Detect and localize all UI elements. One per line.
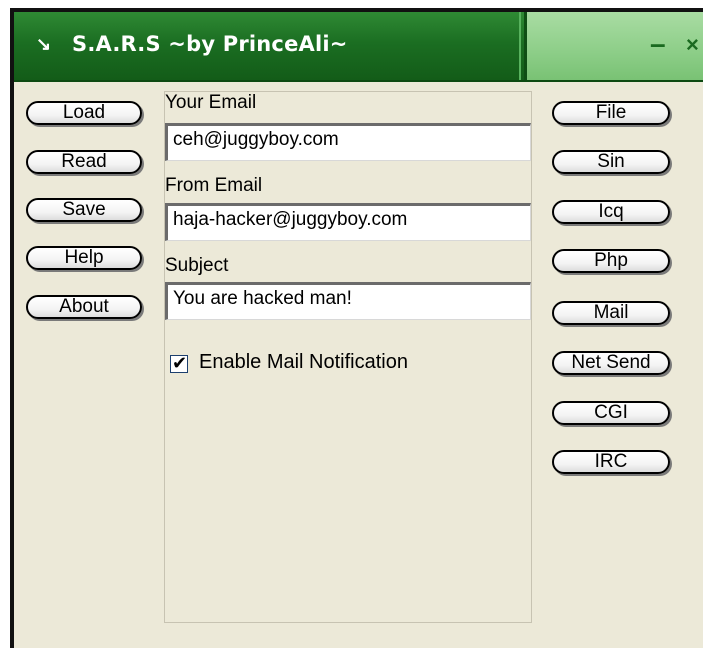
close-button[interactable]: ×	[686, 32, 699, 58]
your-email-label: Your Email	[165, 92, 257, 113]
window-title: S.A.R.S ~by PrinceAli~	[72, 32, 348, 56]
app-arrow-icon: ↘	[36, 34, 52, 54]
title-bar[interactable]: ↘ S.A.R.S ~by PrinceAli~ – ×	[14, 12, 703, 82]
cgi-button[interactable]: CGI	[552, 401, 670, 425]
help-button[interactable]: Help	[26, 246, 142, 270]
app-window: ↘ S.A.R.S ~by PrinceAli~ – × Load Read S…	[10, 8, 703, 648]
check-mark-icon: ✔	[172, 353, 188, 373]
subject-label: Subject	[165, 255, 229, 276]
title-bar-divider-shadow	[524, 12, 527, 80]
save-button[interactable]: Save	[26, 198, 142, 222]
sin-button[interactable]: Sin	[552, 150, 670, 174]
from-email-label: From Email	[165, 175, 263, 196]
php-button[interactable]: Php	[552, 249, 670, 273]
net-send-button[interactable]: Net Send	[552, 351, 670, 375]
title-bar-right-pane	[527, 12, 703, 80]
read-button[interactable]: Read	[26, 150, 142, 174]
title-bar-divider	[519, 12, 521, 80]
mail-notification-label[interactable]: Enable Mail Notification	[199, 351, 408, 374]
irc-button[interactable]: IRC	[552, 450, 670, 474]
mail-button[interactable]: Mail	[552, 301, 670, 325]
icq-button[interactable]: Icq	[552, 200, 670, 224]
subject-field[interactable]: You are hacked man!	[165, 282, 531, 320]
your-email-field[interactable]: ceh@juggyboy.com	[165, 123, 531, 161]
about-button[interactable]: About	[26, 295, 142, 319]
load-button[interactable]: Load	[26, 101, 142, 125]
minimize-button[interactable]: –	[650, 28, 666, 60]
from-email-field[interactable]: haja-hacker@juggyboy.com	[165, 203, 531, 241]
mail-notification-checkbox[interactable]: ✔	[170, 353, 188, 373]
file-button[interactable]: File	[552, 101, 670, 125]
